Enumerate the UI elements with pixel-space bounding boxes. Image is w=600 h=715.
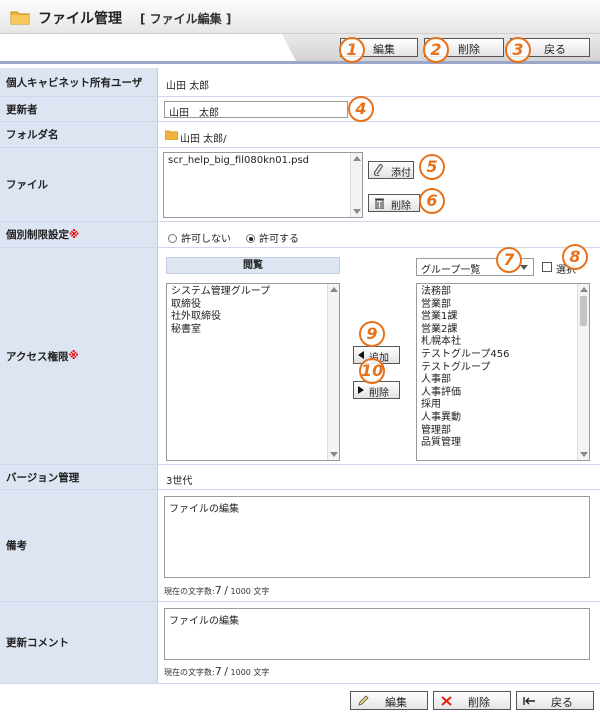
row-comment: 更新コメント ファイルの編集 現在の文字数:7 / 1000 文字	[0, 602, 600, 684]
folder-value: 山田 太郎/	[180, 134, 227, 145]
list-item[interactable]: 取締役	[167, 299, 339, 312]
list-item[interactable]: 品質管理	[417, 437, 589, 450]
row-file: ファイル scr_help_big_fil080kn01.psd 添付 削除 5…	[0, 148, 600, 222]
list-item[interactable]: テストグループ456	[417, 349, 589, 362]
remove-file-button[interactable]: 削除	[368, 194, 420, 212]
page-subtitle: [ ファイル編集 ]	[140, 12, 232, 26]
page-title: ファイル管理	[38, 11, 122, 27]
attach-button[interactable]: 添付	[368, 161, 414, 179]
note-textarea[interactable]: ファイルの編集	[164, 496, 590, 578]
row-version: バージョン管理 3世代	[0, 465, 600, 490]
callout-5: 5	[419, 154, 445, 180]
list-item[interactable]: テストグループ	[417, 362, 589, 375]
radio-deny[interactable]: 許可しない	[168, 230, 231, 245]
list-item[interactable]: 人事部	[417, 374, 589, 387]
radio-deny-indicator[interactable]	[168, 234, 177, 243]
paperclip-icon	[373, 164, 383, 176]
list-item[interactable]: 営業部	[417, 299, 589, 312]
row-owner: 個人キャビネット所有ユーザ 山田 太郎	[0, 68, 600, 97]
select-checkbox[interactable]	[542, 262, 552, 272]
file-list[interactable]: scr_help_big_fil080kn01.psd	[163, 152, 363, 218]
trash-icon	[375, 198, 384, 209]
row-note: 備考 ファイルの編集 現在の文字数:7 / 1000 文字	[0, 490, 600, 602]
view-list[interactable]: システム管理グループ 取締役 社外取締役 秘書室	[166, 283, 340, 461]
file-item[interactable]: scr_help_big_fil080kn01.psd	[164, 153, 362, 168]
callout-7: 7	[496, 247, 522, 273]
chevron-down-icon	[520, 265, 528, 270]
list-item[interactable]: 社外取締役	[167, 311, 339, 324]
list-item[interactable]: 人事評価	[417, 387, 589, 400]
group-list[interactable]: 法務部 営業部 営業1課 営業2課 札幌本社 テストグループ456 テストグルー…	[416, 283, 590, 461]
restriction-label: 個別制限設定 ※	[0, 222, 158, 247]
list-item[interactable]: 採用	[417, 399, 589, 412]
row-folder: フォルダ名 山田 太郎/	[0, 122, 600, 148]
list-item[interactable]: 札幌本社	[417, 336, 589, 349]
updater-label: 更新者	[0, 97, 158, 121]
callout-6: 6	[419, 188, 445, 214]
list-item[interactable]: 営業1課	[417, 311, 589, 324]
arrow-right-icon	[358, 386, 364, 394]
radio-allow-indicator[interactable]	[246, 234, 255, 243]
list-item[interactable]: 人事異動	[417, 412, 589, 425]
note-label: 備考	[0, 490, 158, 601]
callout-8: 8	[562, 244, 588, 270]
row-restriction: 個別制限設定 ※ 許可しない 許可する	[0, 222, 600, 248]
owner-label: 個人キャビネット所有ユーザ	[0, 68, 158, 96]
callout-4: 4	[348, 96, 374, 122]
folder-label: フォルダ名	[0, 122, 158, 147]
view-header: 閲覧	[166, 257, 340, 274]
list-item[interactable]: 営業2課	[417, 324, 589, 337]
version-label: バージョン管理	[0, 465, 158, 489]
list-item[interactable]: 管理部	[417, 425, 589, 438]
file-label: ファイル	[0, 148, 158, 221]
callout-9: 9	[359, 321, 385, 347]
version-value: 3世代	[166, 476, 193, 487]
row-access: アクセス権限 ※ 閲覧 システム管理グループ 取締役 社外取締役 秘書室 追加 削…	[0, 244, 600, 465]
owner-value: 山田 太郎	[166, 81, 210, 92]
list-item[interactable]: 法務部	[417, 284, 589, 299]
list-item[interactable]: システム管理グループ	[167, 284, 339, 299]
comment-textarea[interactable]: ファイルの編集	[164, 608, 590, 660]
access-label: アクセス権限 ※	[0, 248, 158, 464]
callout-3: 3	[505, 37, 531, 63]
comment-label: 更新コメント	[0, 602, 158, 683]
callout-2: 2	[423, 37, 449, 63]
callout-10: 10	[359, 358, 385, 384]
folder-small-icon	[165, 130, 178, 140]
list-item[interactable]: 秘書室	[167, 324, 339, 337]
row-updater: 更新者 山田 太郎 4	[0, 96, 600, 122]
page-header: ファイル管理 [ ファイル編集 ]	[0, 0, 600, 34]
edit-button[interactable]: 編集	[350, 691, 428, 710]
radio-allow[interactable]: 許可する	[246, 230, 299, 245]
arrow-left-icon	[358, 351, 364, 359]
updater-input[interactable]: 山田 太郎	[164, 101, 348, 119]
toolbar: 編集 削除 戻る 1 2 3	[0, 34, 600, 64]
back-button[interactable]: 戻る	[516, 691, 594, 710]
folder-icon	[10, 11, 30, 25]
delete-button[interactable]: 削除	[433, 691, 511, 710]
callout-1: 1	[339, 37, 365, 63]
note-counter: 現在の文字数:7 / 1000 文字	[164, 584, 270, 597]
comment-counter: 現在の文字数:7 / 1000 文字	[164, 665, 270, 678]
remove-member-button[interactable]: 削除	[353, 381, 400, 399]
